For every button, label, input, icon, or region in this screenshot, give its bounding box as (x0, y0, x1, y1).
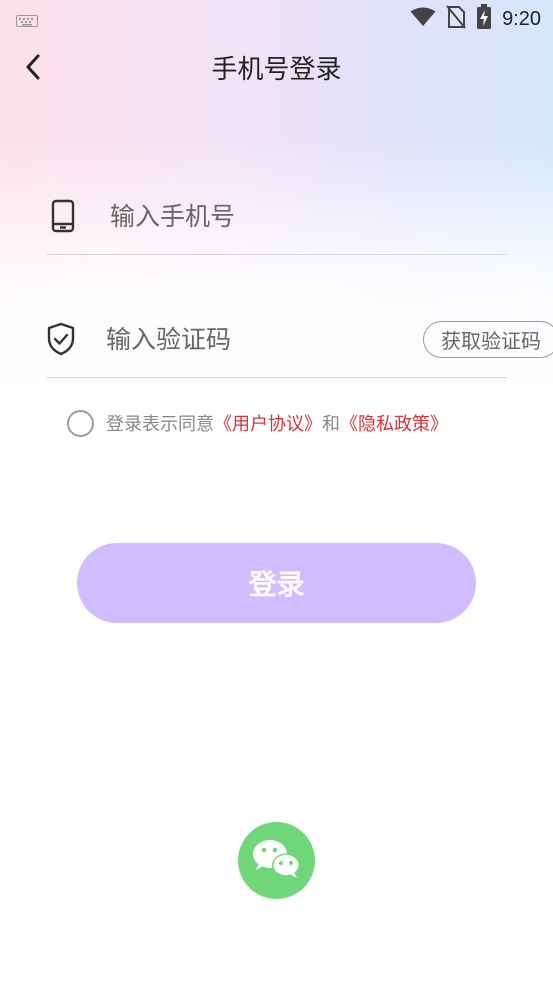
status-time: 9:20 (502, 7, 541, 30)
keyboard-icon (16, 12, 38, 31)
agreement-row: 登录表示同意 《用户协议》 和 《隐私政策》 (67, 406, 448, 440)
phone-input[interactable] (110, 201, 507, 231)
shield-check-icon (46, 321, 76, 357)
code-field-row: 获取验证码 (46, 301, 553, 378)
status-bar: 9:20 (0, 0, 553, 38)
login-screen: 9:20 手机号登录 获取验证码 (0, 0, 553, 983)
wechat-login-button[interactable] (238, 822, 315, 899)
get-code-button[interactable]: 获取验证码 (423, 320, 553, 358)
user-agreement-link[interactable]: 《用户协议》 (214, 410, 322, 436)
login-button[interactable]: 登录 (77, 543, 476, 623)
phone-icon (46, 198, 80, 234)
phone-field-row (46, 178, 507, 255)
page-title: 手机号登录 (211, 55, 342, 85)
no-sim-icon (446, 5, 466, 33)
code-input[interactable] (106, 324, 423, 354)
wifi-icon (410, 7, 436, 31)
wechat-icon (251, 837, 303, 885)
agreement-prefix: 登录表示同意 (106, 414, 214, 435)
agreement-checkbox[interactable] (67, 409, 94, 437)
battery-charging-icon (476, 4, 492, 34)
privacy-policy-link[interactable]: 《隐私政策》 (340, 410, 448, 436)
agreement-conjunction: 和 (322, 414, 340, 435)
